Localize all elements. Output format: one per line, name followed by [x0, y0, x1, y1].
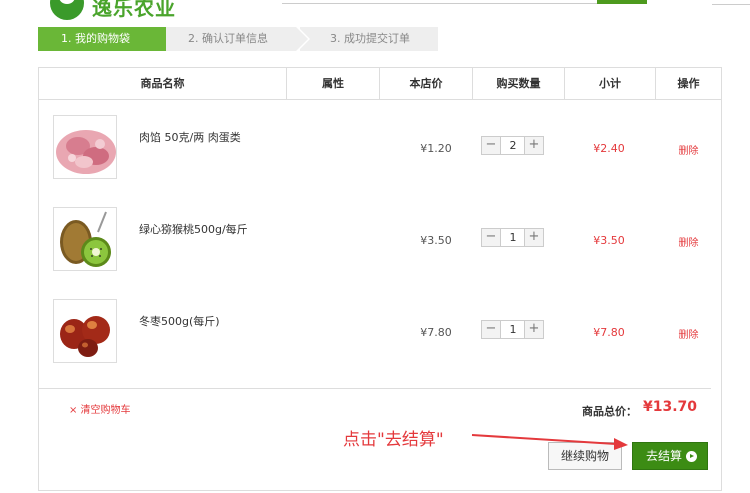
step-confirm-order: 2. 确认订单信息	[166, 27, 310, 51]
column-header-subtotal: 小计	[565, 68, 656, 99]
table-row: 冬枣500g(每斤) ¥7.80 − + ¥7.80 删除	[39, 287, 721, 379]
clear-cart-link[interactable]: × 清空购物车	[69, 401, 131, 416]
checkout-button[interactable]: 去结算	[632, 442, 708, 470]
unit-price: ¥3.50	[420, 234, 452, 247]
quantity-stepper: − +	[481, 320, 544, 339]
table-row: 绿心猕猴桃500g/每斤 ¥3.50 − + ¥3.50 删除	[39, 195, 721, 287]
row-subtotal: ¥7.80	[593, 326, 625, 339]
column-header-price: 本店价	[380, 68, 473, 99]
row-subtotal: ¥2.40	[593, 142, 625, 155]
increase-quantity-button[interactable]: +	[524, 321, 543, 338]
decrease-quantity-button[interactable]: −	[482, 137, 501, 154]
delete-item-link[interactable]: 删除	[656, 234, 721, 249]
quantity-stepper: − +	[481, 136, 544, 155]
product-name[interactable]: 肉馅 50克/两 肉蛋类	[139, 129, 241, 145]
search-button[interactable]	[597, 0, 647, 4]
decrease-quantity-button[interactable]: −	[482, 321, 501, 338]
logo-icon[interactable]	[50, 0, 84, 20]
increase-quantity-button[interactable]: +	[524, 229, 543, 246]
top-header: 逸乐农业	[0, 0, 750, 22]
unit-price: ¥1.20	[420, 142, 452, 155]
kiwi-image[interactable]	[53, 207, 117, 271]
column-header-product-name: 商品名称	[39, 68, 287, 99]
decrease-quantity-button[interactable]: −	[482, 229, 501, 246]
annotation-arrow-icon	[471, 434, 628, 450]
unit-price: ¥7.80	[420, 326, 452, 339]
arrow-right-icon	[686, 451, 697, 462]
product-name[interactable]: 绿心猕猴桃500g/每斤	[139, 221, 248, 237]
quantity-input[interactable]	[501, 229, 525, 246]
table-header: 商品名称 属性 本店价 购买数量 小计 操作	[39, 68, 721, 100]
product-name[interactable]: 冬枣500g(每斤)	[139, 313, 220, 329]
step-my-cart: 1. 我的购物袋	[38, 27, 178, 51]
column-header-quantity: 购买数量	[473, 68, 565, 99]
increase-quantity-button[interactable]: +	[524, 137, 543, 154]
annotation-text: 点击"去结算"	[343, 430, 444, 450]
delete-item-link[interactable]: 删除	[656, 142, 721, 157]
quantity-input[interactable]	[501, 321, 525, 338]
checkout-button-label: 去结算	[646, 449, 683, 463]
step-submit-success: 3. 成功提交订单	[300, 27, 438, 51]
total-value: ¥13.70	[643, 399, 698, 415]
column-header-action: 操作	[677, 77, 700, 90]
search-input[interactable]	[282, 0, 600, 4]
divider	[39, 388, 711, 389]
quantity-input[interactable]	[501, 137, 525, 154]
total-label: 商品总价：	[582, 405, 637, 418]
quantity-stepper: − +	[481, 228, 544, 247]
header-box[interactable]	[712, 0, 750, 5]
row-subtotal: ¥3.50	[593, 234, 625, 247]
table-row: 肉馅 50克/两 肉蛋类 ¥1.20 − + ¥2.40 删除	[39, 103, 721, 195]
column-header-attributes: 属性	[287, 68, 380, 99]
delete-item-link[interactable]: 删除	[656, 326, 721, 341]
jujube-image[interactable]	[53, 299, 117, 363]
minced-meat-image[interactable]	[53, 115, 117, 179]
logo-text[interactable]: 逸乐农业	[92, 0, 176, 21]
